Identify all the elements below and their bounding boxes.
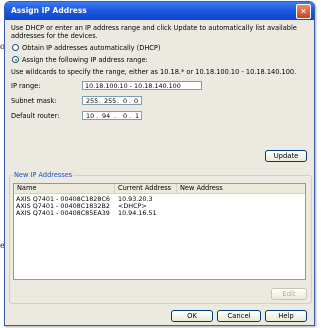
router-octet: 1 [135,112,140,120]
close-icon: ✕ [300,7,307,16]
new-ip-addresses-label: New IP Addresses [13,171,74,179]
cancel-button[interactable]: Cancel [217,310,261,322]
octet-dot: . [96,112,99,120]
wildcard-hint: Use wildcards to specify the range, eith… [11,68,297,76]
octet-dot: . [99,97,102,105]
octet-dot: . [114,112,117,120]
router-octet: 94 [102,112,111,120]
ok-button[interactable]: OK [171,310,213,322]
assign-ip-dialog: Assign IP Address ✕ Use DHCP or enter an… [4,1,315,326]
column-header-current-address[interactable]: Current Address [115,184,177,194]
row-name[interactable]: AXIS Q7401 - 00408C85EA39 [16,209,110,217]
octet-dot: . [129,112,132,120]
dialog-title: Assign IP Address [11,6,87,15]
dhcp-radio-label[interactable]: Obtain IP addresses automatically (DHCP) [22,44,160,52]
router-octet: 0 [123,112,128,120]
help-button[interactable]: Help [265,310,307,322]
subnet-mask-label: Subnet mask: [11,97,57,105]
subnet-octet: 255 [86,97,99,105]
default-router-input[interactable]: 10 . 94 . 0 . 1 [82,111,142,120]
subnet-octet: 255 [104,97,117,105]
manual-range-radio-label[interactable]: Assign the following IP address range: [22,56,148,64]
update-button[interactable]: Update [265,150,307,162]
description-text: Use DHCP or enter an IP address range an… [11,24,297,40]
column-header-name[interactable]: Name [14,184,115,194]
row-current-address[interactable]: 10.94.16.51 [118,209,157,217]
column-header-new-address[interactable]: New Address [177,184,305,194]
new-ip-list[interactable]: Name Current Address New Address AXIS Q7… [13,183,306,280]
octet-dot: . [129,97,132,105]
title-bar: Assign IP Address ✕ [5,2,314,20]
subnet-mask-input[interactable]: 255 . 255 . 0 . 0 [82,96,142,105]
ip-range-input[interactable]: 10.18.100.10 - 10.18.140.100 [82,81,202,90]
edit-button[interactable]: Edit [271,288,307,300]
ip-range-label: IP range: [11,82,41,90]
manual-range-radio[interactable] [12,56,19,63]
dhcp-radio[interactable] [12,44,19,51]
subnet-octet: 0 [123,97,128,105]
octet-dot: . [117,97,120,105]
close-button[interactable]: ✕ [296,4,311,19]
subnet-octet: 0 [134,97,139,105]
router-octet: 10 [86,112,95,120]
default-router-label: Default router: [11,112,60,120]
